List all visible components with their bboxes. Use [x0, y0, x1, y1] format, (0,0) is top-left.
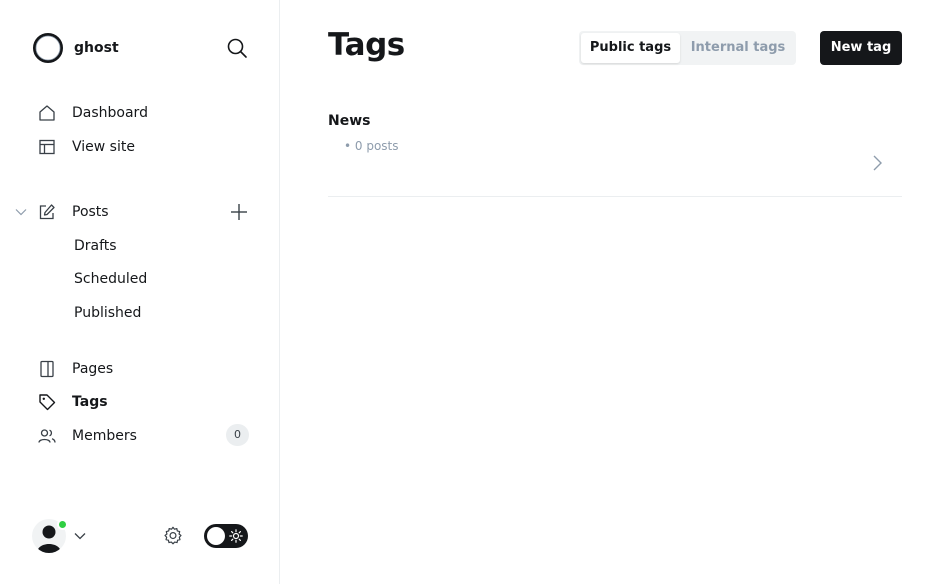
ghost-logo — [33, 33, 63, 63]
tag-name: News — [328, 113, 371, 129]
plus-icon[interactable] — [229, 202, 249, 222]
sidebar-item-members[interactable]: Members — [38, 425, 137, 447]
sidebar-item-label: Posts — [72, 204, 109, 220]
sidebar-item-drafts[interactable]: Drafts — [74, 236, 117, 256]
sidebar-item-dashboard[interactable]: Dashboard — [38, 102, 148, 124]
sidebar-item-posts[interactable]: Posts — [38, 201, 109, 223]
brand[interactable]: ghost — [32, 32, 119, 64]
sidebar-item-published[interactable]: Published — [74, 303, 141, 323]
toggle-knob — [207, 527, 225, 545]
layout-icon — [39, 139, 55, 155]
tag-list-item[interactable]: News • 0 posts — [328, 108, 902, 197]
page-title: Tags — [328, 27, 405, 63]
tag-post-count: • 0 posts — [344, 139, 399, 153]
sidebar-item-label: Members — [72, 428, 137, 444]
sidebar-item-label: Tags — [72, 394, 108, 410]
sidebar-item-pages[interactable]: Pages — [38, 358, 113, 380]
new-tag-button[interactable]: New tag — [820, 31, 902, 65]
tag-type-switch: Public tags Internal tags — [579, 31, 796, 65]
members-icon — [38, 429, 56, 443]
pencil-icon — [39, 204, 55, 220]
chevron-down-icon[interactable] — [73, 529, 87, 543]
chevron-right-icon — [873, 155, 882, 171]
sidebar-item-view-site[interactable]: View site — [38, 136, 135, 158]
user-avatar[interactable] — [32, 519, 68, 553]
dark-mode-toggle[interactable] — [204, 524, 248, 548]
book-icon — [40, 360, 54, 378]
sidebar-item-scheduled[interactable]: Scheduled — [74, 269, 147, 289]
chevron-down-icon[interactable] — [14, 205, 28, 219]
home-icon — [39, 105, 55, 121]
search-icon[interactable] — [226, 37, 248, 59]
sun-icon — [229, 529, 243, 543]
sidebar: ghost Dashboard View site Posts Drafts S… — [0, 0, 280, 584]
brand-name: ghost — [74, 40, 119, 56]
tab-internal-tags[interactable]: Internal tags — [682, 33, 794, 63]
sidebar-item-label: View site — [72, 139, 135, 155]
online-status-dot — [57, 519, 68, 530]
gear-icon[interactable] — [162, 525, 184, 547]
tab-public-tags[interactable]: Public tags — [581, 33, 680, 63]
sidebar-item-label: Pages — [72, 361, 114, 377]
members-count-badge: 0 — [226, 424, 249, 446]
sidebar-item-label: Dashboard — [72, 105, 148, 121]
sidebar-item-tags[interactable]: Tags — [38, 391, 108, 413]
tag-icon — [39, 394, 56, 411]
